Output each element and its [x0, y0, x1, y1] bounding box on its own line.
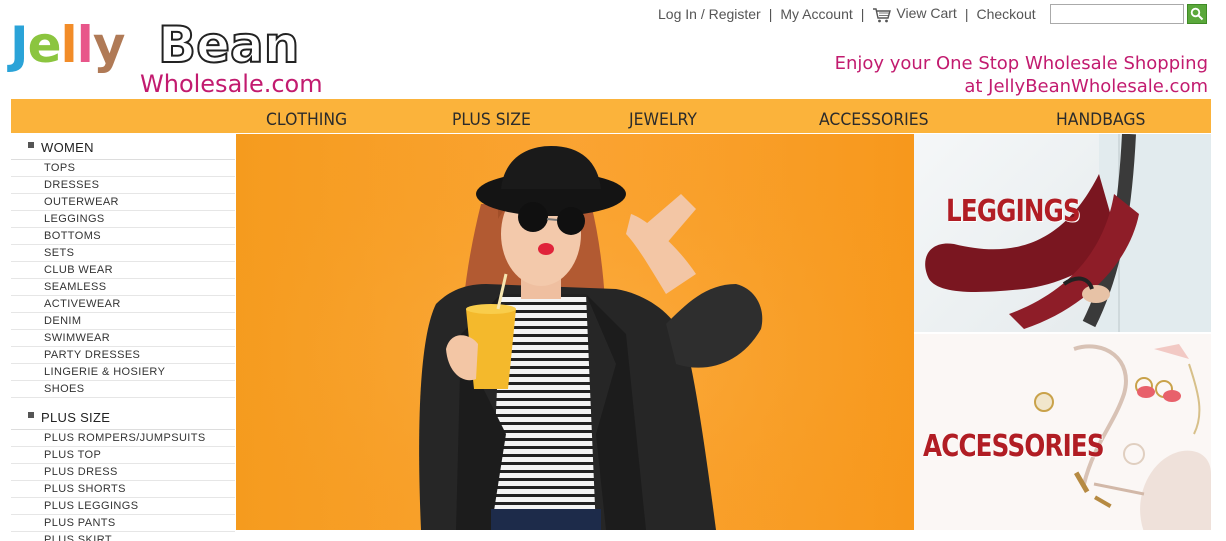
accessories-promo-label: ACCESSORIES	[923, 429, 1105, 464]
women-subcategory-item[interactable]: SEAMLESS	[11, 279, 235, 296]
leggings-promo-label: LEGGINGS	[946, 194, 1081, 229]
women-subcategory-item[interactable]: ACTIVEWEAR	[11, 296, 235, 313]
logo-wholesale-text: Wholesale.com	[140, 70, 323, 98]
main-nav: CLOTHING PLUS SIZE JEWELRY ACCESSORIES H…	[11, 99, 1211, 133]
plus-subcategory-item[interactable]: PLUS ROMPERS/JUMPSUITS	[11, 430, 235, 447]
leggings-promo[interactable]: LEGGINGS	[914, 134, 1211, 332]
hero-banner[interactable]	[236, 134, 914, 530]
search-icon	[1190, 7, 1204, 21]
logo-jelly-text: Jelly	[10, 16, 125, 74]
site-tagline: Enjoy your One Stop Wholesale Shopping a…	[835, 52, 1208, 98]
bullet-icon	[28, 412, 34, 418]
search-input[interactable]	[1050, 4, 1184, 24]
search-button[interactable]	[1187, 4, 1207, 24]
plus-subcategory-item[interactable]: PLUS PANTS	[11, 515, 235, 532]
link-separator: |	[964, 6, 969, 22]
women-subcategory-item[interactable]: SETS	[11, 245, 235, 262]
link-separator: |	[768, 6, 773, 22]
site-logo[interactable]: Jelly Bean Wholesale.com	[10, 15, 323, 98]
women-subcategory-item[interactable]: DENIM	[11, 313, 235, 330]
category-plus-size-label: PLUS SIZE	[41, 409, 111, 425]
women-subcategory-item[interactable]: TOPS	[11, 160, 235, 177]
category-plus-size[interactable]: PLUS SIZE	[11, 405, 235, 430]
login-register-link[interactable]: Log In / Register	[658, 6, 761, 22]
plus-subcategory-item[interactable]: PLUS TOP	[11, 447, 235, 464]
hero-model-illustration	[236, 134, 914, 530]
checkout-link[interactable]: Checkout	[976, 6, 1035, 22]
nav-clothing[interactable]: CLOTHING	[266, 99, 347, 133]
nav-accessories[interactable]: ACCESSORIES	[819, 99, 929, 133]
nav-handbags[interactable]: HANDBAGS	[1056, 99, 1145, 133]
account-links: Log In / Register | My Account | View Ca…	[658, 5, 1036, 23]
plus-subcategory-item[interactable]: PLUS SKIRT	[11, 532, 235, 541]
women-subcategory-list: TOPS DRESSES OUTERWEAR LEGGINGS BOTTOMS SETS C…	[11, 160, 235, 398]
bullet-icon	[28, 142, 34, 148]
women-subcategory-item[interactable]: OUTERWEAR	[11, 194, 235, 211]
nav-jewelry[interactable]: JEWELRY	[629, 99, 697, 133]
plus-subcategory-list: PLUS ROMPERS/JUMPSUITS PLUS TOP PLUS DRESS…	[11, 430, 235, 541]
women-subcategory-item[interactable]: LEGGINGS	[11, 211, 235, 228]
plus-subcategory-item[interactable]: PLUS DRESS	[11, 464, 235, 481]
women-subcategory-item[interactable]: SHOES	[11, 381, 235, 398]
logo-bean-text: Bean	[157, 15, 300, 75]
category-sidebar: WOMEN TOPS DRESSES OUTERWEAR LEGGINGS BOTTOM…	[11, 135, 235, 541]
tagline-line-1: Enjoy your One Stop Wholesale Shopping	[834, 53, 1208, 74]
category-women[interactable]: WOMEN	[11, 135, 235, 160]
view-cart-link[interactable]: View Cart	[872, 5, 957, 23]
women-subcategory-item[interactable]: LINGERIE & HOSIERY	[11, 364, 235, 381]
my-account-link[interactable]: My Account	[780, 6, 852, 22]
accessories-promo[interactable]: ACCESSORIES	[914, 332, 1211, 530]
view-cart-label: View Cart	[896, 5, 957, 22]
leggings-illustration	[925, 134, 1211, 332]
women-subcategory-item[interactable]: PARTY DRESSES	[11, 347, 235, 364]
plus-subcategory-item[interactable]: PLUS LEGGINGS	[11, 498, 235, 515]
women-subcategory-item[interactable]: SWIMWEAR	[11, 330, 235, 347]
tagline-line-2: at JellyBeanWholesale.com	[964, 76, 1208, 97]
women-subcategory-item[interactable]: BOTTOMS	[11, 228, 235, 245]
cart-icon	[873, 7, 892, 23]
women-subcategory-item[interactable]: CLUB WEAR	[11, 262, 235, 279]
category-women-label: WOMEN	[41, 139, 94, 155]
nav-plus-size[interactable]: PLUS SIZE	[452, 99, 531, 133]
link-separator: |	[860, 6, 865, 22]
women-subcategory-item[interactable]: DRESSES	[11, 177, 235, 194]
plus-subcategory-item[interactable]: PLUS SHORTS	[11, 481, 235, 498]
